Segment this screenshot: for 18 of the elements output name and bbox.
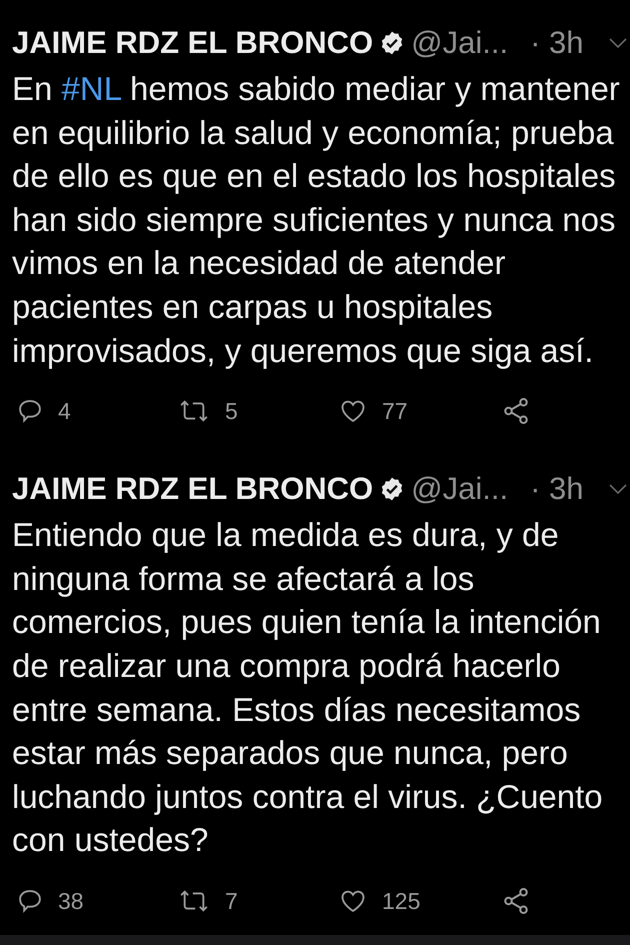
action-count: 7 xyxy=(225,886,238,916)
action-count: 4 xyxy=(58,396,71,426)
author-name[interactable]: JAIME RDZ EL BRONCO xyxy=(12,24,374,62)
author-name[interactable]: JAIME RDZ EL BRONCO xyxy=(12,470,374,508)
tweet-text: En #NL hemos sabido mediar y mantener en equilibrio la salud y economía; prueba de ello es que en el estado los hospitales han sido siempre suficientes y nunca nos vimos en la necesidad de atender pacientes en carpas u hospitales improvisados, y queremos que siga así. xyxy=(12,69,621,371)
action-count: 5 xyxy=(225,396,238,426)
tweet-time: · 3h xyxy=(530,24,584,62)
author-handle: @Jai... xyxy=(411,24,508,62)
action-count: 125 xyxy=(382,886,420,916)
chevron-down-icon[interactable] xyxy=(608,482,628,496)
tweet-time: · 3h xyxy=(530,470,584,508)
speech-bubble-icon[interactable] xyxy=(16,397,44,426)
hashtag-link[interactable]: #NL xyxy=(62,70,121,107)
action-count: 77 xyxy=(382,396,408,426)
tweet-text: Entiendo que la medida es dura, y de ninguna forma se afectará a los comercios, pues quien tenía la intención de realizar una compra podrá hacerlo entre semana. Estos días necesitamos estar más separados que nunca, pero luchando juntos contra el virus. ¿Cuento con ustedes? xyxy=(12,515,604,860)
chevron-down-icon[interactable] xyxy=(608,36,628,50)
author-handle: @Jai... xyxy=(411,470,508,508)
action-count: 38 xyxy=(58,886,84,916)
